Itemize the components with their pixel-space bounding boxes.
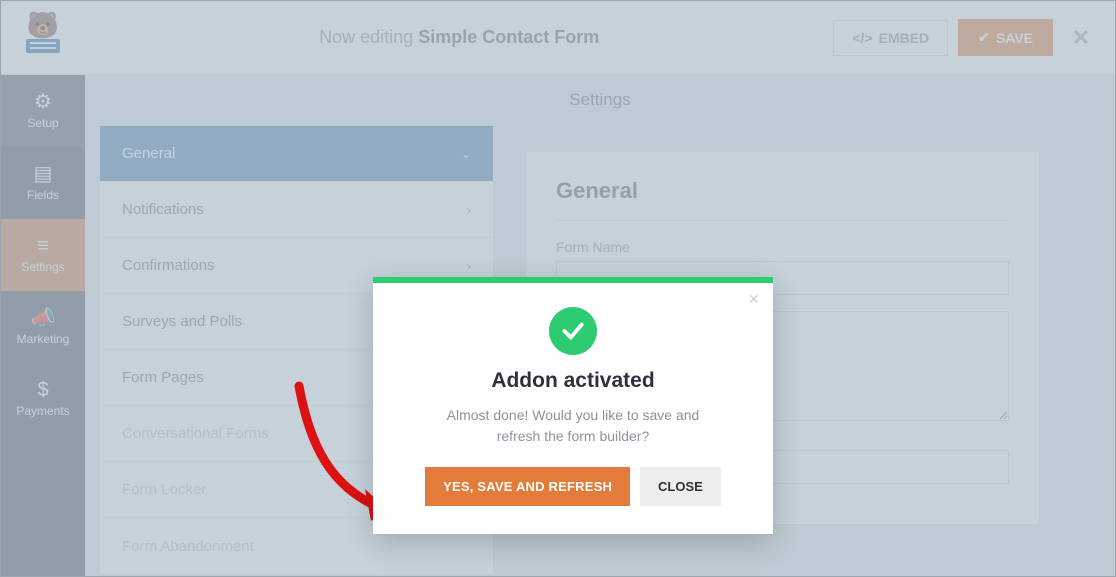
success-check-icon <box>549 307 597 355</box>
modal-message: Almost done! Would you like to save and … <box>423 405 723 447</box>
modal-title: Addon activated <box>403 369 743 393</box>
save-and-refresh-button[interactable]: YES, SAVE AND REFRESH <box>425 467 630 506</box>
addon-activated-modal: × Addon activated Almost done! Would you… <box>373 277 773 534</box>
modal-close-button[interactable]: × <box>748 289 759 310</box>
modal-actions: YES, SAVE AND REFRESH CLOSE <box>403 467 743 506</box>
modal-close-secondary-button[interactable]: CLOSE <box>640 467 721 506</box>
